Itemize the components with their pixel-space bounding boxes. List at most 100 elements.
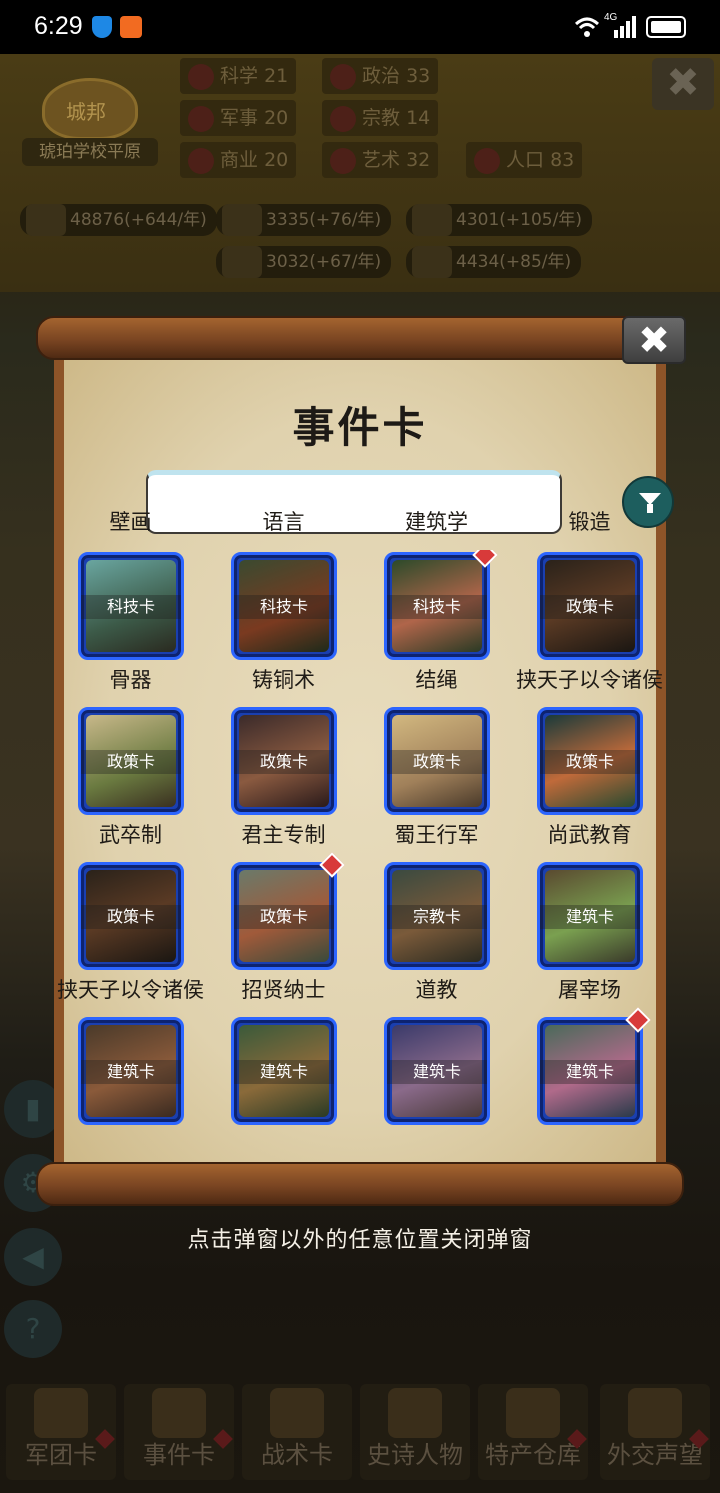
card-type-label: 政策卡 (540, 595, 640, 619)
bottom-nav: 军团卡 事件卡 战术卡 史诗人物 特产仓库 外交声望 (0, 1384, 720, 1484)
event-card[interactable]: 政策卡 武卒制 (54, 705, 207, 861)
header-close-button[interactable]: ✖ (652, 58, 714, 110)
card-type-label: 建筑卡 (387, 1060, 487, 1084)
card-frame: 政策卡 (78, 707, 184, 815)
card-type-label: 政策卡 (234, 905, 334, 929)
card-type-label: 政策卡 (387, 750, 487, 774)
resource-iron: 4301(+105/年) (406, 204, 592, 236)
scroll-top-roll (36, 316, 684, 360)
nav-event-cards[interactable]: 事件卡 (124, 1384, 234, 1480)
status-time: 6:29 (34, 12, 83, 40)
card-type-label: 建筑卡 (540, 905, 640, 929)
event-card[interactable]: 政策卡 尚武教育 (513, 705, 666, 861)
card-name: 挟天子以令诸侯 (57, 978, 204, 1002)
card-name: 招贤纳士 (241, 978, 326, 1002)
card-name: 铸铜术 (252, 668, 315, 692)
card-frame: 政策卡 (78, 862, 184, 970)
card-label: 建筑学 (405, 510, 468, 534)
nav-legion-cards[interactable]: 军团卡 (6, 1384, 116, 1480)
meat-icon (412, 246, 452, 278)
card-frame: 建筑卡 (537, 862, 643, 970)
stat-population: 人口 83 (466, 142, 583, 178)
tactics-icon (270, 1388, 324, 1438)
card-name: 武卒制 (99, 823, 162, 847)
card-type-label: 科技卡 (234, 595, 334, 619)
card-frame: 宗教卡 (384, 862, 490, 970)
card-type-label: 科技卡 (81, 595, 181, 619)
card-frame: 建筑卡 (78, 1017, 184, 1125)
event-card[interactable]: 政策卡 君主专制 (207, 705, 360, 861)
resource-gold: 48876(+644/年) (20, 204, 217, 236)
card-name: 蜀王行军 (394, 823, 479, 847)
resource-stone: 3032(+67/年) (216, 246, 392, 278)
gold-icon (26, 204, 66, 236)
religion-icon (330, 105, 356, 132)
nav-diplomacy[interactable]: 外交声望 (600, 1384, 710, 1480)
card-frame: 政策卡 (537, 707, 643, 815)
scroll-icon (152, 1388, 206, 1438)
card-name: 结绳 (415, 668, 458, 692)
card-name: 道教 (415, 978, 458, 1002)
chest-icon (506, 1388, 560, 1438)
event-card[interactable]: 科技卡 骨器 (54, 550, 207, 706)
card-name: 骨器 (109, 668, 152, 692)
event-card[interactable]: 政策卡挟天子以令诸侯 (54, 860, 207, 1016)
wifi-icon (574, 17, 600, 37)
card-name: 尚武教育 (547, 823, 632, 847)
card-frame: 建筑卡 (384, 1017, 490, 1125)
card-type-label: 科技卡 (387, 595, 487, 619)
event-card[interactable]: 建筑卡 (360, 1015, 513, 1126)
event-card[interactable]: 建筑卡 (207, 1015, 360, 1126)
card-frame: 科技卡 (231, 552, 337, 660)
card-name: 君主专制 (241, 823, 326, 847)
event-card[interactable]: 科技卡 结绳 (360, 550, 513, 706)
partial-row-labels: 壁画 语言 建筑学 锻造 (54, 506, 666, 536)
card-name: 挟天子以令诸侯 (516, 668, 663, 692)
card-frame: 政策卡 (537, 552, 643, 660)
card-frame: 科技卡 (78, 552, 184, 660)
stat-religion: 宗教 14 (322, 100, 439, 136)
stat-commerce: 商业 20 (180, 142, 297, 178)
popup-title: 事件卡 (292, 403, 428, 452)
iron-icon (412, 204, 452, 236)
help-icon[interactable]: ? (4, 1300, 62, 1358)
stat-military: 军事 20 (180, 100, 297, 136)
card-grid: 科技卡 骨器 科技卡 铸铜术 科技卡 结绳 政策卡 挟天子以令诸侯 政策卡 武卒制 政策卡 君主专制政… (54, 550, 666, 1126)
stat-art: 艺术 32 (322, 142, 439, 178)
event-cards-popup: 事件卡 ✖ 壁画 语言 建筑学 锻造 科技卡 骨器 科技卡 铸铜术 科技卡 结绳 政策卡 挟天… (36, 314, 686, 1206)
status-bar: 6:29 4G (0, 0, 720, 54)
event-card[interactable]: 宗教卡 道教 (360, 860, 513, 1016)
event-card[interactable]: 政策卡 蜀王行军 (360, 705, 513, 861)
event-card[interactable]: 政策卡挟天子以令诸侯 (513, 550, 666, 706)
card-label: 语言 (262, 510, 305, 534)
commerce-icon (188, 147, 214, 174)
event-card[interactable]: 科技卡 铸铜术 (207, 550, 360, 706)
event-card[interactable]: 建筑卡 (54, 1015, 207, 1126)
card-type-label: 宗教卡 (387, 905, 487, 929)
card-frame: 政策卡 (231, 707, 337, 815)
event-card[interactable]: 政策卡 招贤纳士 (207, 852, 360, 1016)
envelope-icon (628, 1388, 682, 1438)
popup-close-button[interactable]: ✖ (622, 316, 686, 364)
card-type-label: 建筑卡 (81, 1060, 181, 1084)
event-card[interactable]: 建筑卡 屠宰场 (513, 860, 666, 1016)
wood-icon (222, 204, 262, 236)
population-icon (474, 147, 500, 174)
card-frame: 科技卡 (384, 552, 490, 660)
nav-epic-characters[interactable]: 史诗人物 (360, 1384, 470, 1480)
military-icon (188, 105, 214, 132)
app-notification-icon (120, 16, 142, 38)
card-type-label: 政策卡 (540, 750, 640, 774)
nav-specialty-warehouse[interactable]: 特产仓库 (478, 1384, 588, 1480)
stat-science: 科学 21 (180, 58, 297, 94)
art-icon (330, 147, 356, 174)
card-frame: 建筑卡 (537, 1017, 643, 1125)
card-type-label: 政策卡 (81, 750, 181, 774)
close-hint: 点击弹窗以外的任意位置关闭弹窗 (187, 1228, 533, 1253)
event-card[interactable]: 建筑卡 (513, 1007, 666, 1126)
signal-icon (614, 16, 636, 38)
card-type-label: 政策卡 (81, 905, 181, 929)
card-name: 屠宰场 (558, 978, 621, 1002)
card-type-label: 建筑卡 (540, 1060, 640, 1084)
nav-tactic-cards[interactable]: 战术卡 (242, 1384, 352, 1480)
